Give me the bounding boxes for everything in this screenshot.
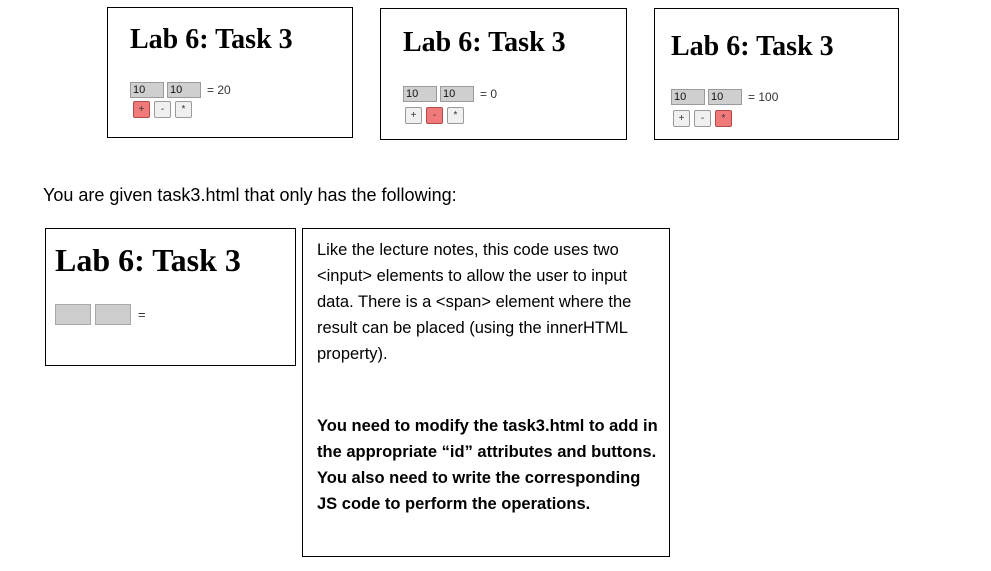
subtract-button[interactable]: - — [694, 110, 711, 127]
given-input-row: = — [55, 304, 146, 325]
empty-input-box — [55, 304, 91, 325]
input-row: = 20 — [130, 82, 231, 98]
intro-text: You are given task3.html that only has t… — [43, 185, 457, 205]
input-row: = 0 — [403, 86, 497, 102]
example-title: Lab 6: Task 3 — [403, 27, 566, 58]
subtract-button[interactable]: - — [154, 101, 171, 118]
second-number-input[interactable] — [167, 82, 201, 98]
input-row: = 100 — [671, 89, 778, 105]
explanation-text: Like the lecture notes, this code uses t… — [317, 241, 632, 363]
first-number-input[interactable] — [671, 89, 705, 105]
example-title: Lab 6: Task 3 — [671, 31, 834, 62]
first-number-input[interactable] — [403, 86, 437, 102]
add-button[interactable]: + — [133, 101, 150, 118]
given-page-panel: Lab 6: Task 3 = — [45, 228, 296, 366]
result-span: = 100 — [748, 90, 779, 104]
example-panel-multiply: Lab 6: Task 3 = 100 + - * — [654, 8, 899, 140]
multiply-button[interactable]: * — [715, 110, 732, 127]
result-span: = 0 — [480, 87, 498, 101]
operation-buttons: + - * — [673, 110, 736, 127]
second-number-input[interactable] — [440, 86, 474, 102]
result-span: = 20 — [207, 83, 231, 97]
multiply-button[interactable]: * — [175, 101, 192, 118]
equals-sign: = — [138, 307, 146, 322]
first-number-input[interactable] — [130, 82, 164, 98]
add-button[interactable]: + — [673, 110, 690, 127]
example-title: Lab 6: Task 3 — [130, 24, 293, 55]
given-title: Lab 6: Task 3 — [55, 242, 241, 278]
operation-buttons: + - * — [405, 107, 468, 124]
multiply-button[interactable]: * — [447, 107, 464, 124]
example-panel-subtract: Lab 6: Task 3 = 0 + - * — [380, 8, 627, 140]
subtract-button[interactable]: - — [426, 107, 443, 124]
instruction-text: You need to modify the task3.html to add… — [317, 417, 658, 513]
explanation-box: Like the lecture notes, this code uses t… — [302, 228, 670, 557]
example-panel-add: Lab 6: Task 3 = 20 + - * — [107, 7, 353, 138]
add-button[interactable]: + — [405, 107, 422, 124]
operation-buttons: + - * — [133, 101, 196, 118]
empty-input-box — [95, 304, 131, 325]
second-number-input[interactable] — [708, 89, 742, 105]
